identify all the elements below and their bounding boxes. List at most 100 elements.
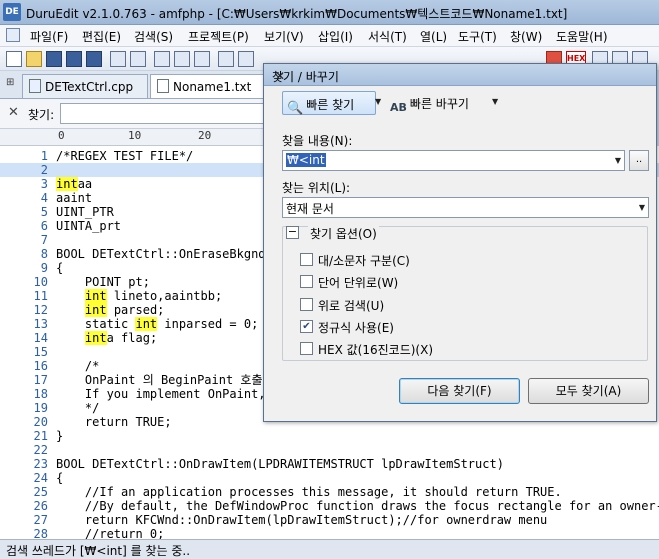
collapse-icon[interactable]: − — [286, 226, 299, 239]
code-line[interactable]: 28 //return 0; — [0, 527, 659, 539]
line-number: 7 — [40, 233, 48, 247]
close-icon[interactable]: ✕ — [8, 105, 19, 120]
code-rest: aa — [77, 177, 93, 191]
line-number: 9 — [40, 261, 48, 275]
search-up-checkbox[interactable] — [300, 298, 313, 311]
menu-window[interactable]: 창(W) — [510, 28, 542, 45]
code-line[interactable]: 26 //By default, the DefWindowProc funct… — [0, 499, 659, 513]
find-bar-input[interactable] — [60, 103, 270, 124]
cpp-file-icon — [29, 79, 41, 93]
line-number: 26 — [33, 499, 48, 513]
paste-icon[interactable] — [194, 51, 210, 67]
code-line[interactable]: 24 { — [0, 471, 659, 485]
code-line[interactable]: 23 BOOL DETextCtrl::OnDrawItem(LPDRAWITEM… — [0, 457, 659, 471]
use-regex-checkbox[interactable]: ✔ — [300, 320, 313, 333]
menu-search[interactable]: 검색(S) — [134, 28, 173, 45]
code-rest: If you implement OnPaint,r — [56, 387, 273, 401]
match-case-checkbox[interactable] — [300, 253, 313, 266]
open-folder-icon[interactable] — [26, 51, 42, 67]
hex-value-checkbox[interactable] — [300, 342, 313, 355]
chevron-down-icon[interactable]: ▼ — [639, 203, 645, 212]
print-preview-icon[interactable] — [130, 51, 146, 67]
line-number: 11 — [33, 289, 48, 303]
code-text: return KFCWnd::OnDrawItem(lpDrawItemStru… — [56, 513, 547, 527]
print-icon[interactable] — [110, 51, 126, 67]
menu-format[interactable]: 서식(T) — [368, 28, 407, 45]
tab-noname1-txt[interactable]: Noname1.txt — [150, 74, 266, 98]
find-next-button[interactable]: 다음 찾기(F) — [399, 378, 520, 404]
code-rest: { — [56, 261, 64, 275]
line-number: 1 — [40, 149, 48, 163]
find-what-value: ₩<int — [286, 153, 326, 167]
save-icon[interactable] — [46, 51, 62, 67]
chevron-down-icon[interactable]: ▼ — [492, 97, 498, 106]
chevron-down-icon[interactable]: ▼ — [615, 156, 621, 165]
code-prefix — [56, 331, 85, 345]
line-number: 6 — [40, 219, 48, 233]
code-rest: */ — [56, 401, 100, 415]
copy-icon[interactable] — [174, 51, 190, 67]
line-number: 8 — [40, 247, 48, 261]
code-text: UINTA_prt — [56, 219, 121, 233]
quick-replace-button[interactable]: AB 빠른 바꾸기 — [386, 91, 492, 115]
code-text: aaint — [56, 191, 92, 205]
dialog-title-bar[interactable]: 찾기 / 바꾸기 ✕ — [264, 64, 656, 86]
code-text: UINT_PTR — [56, 205, 114, 219]
code-text: //If an application processes this messa… — [56, 485, 562, 499]
status-text: 검색 쓰레드가 [₩<int] 를 찾는 중.. — [6, 544, 191, 558]
code-line[interactable]: 21} — [0, 429, 659, 443]
whole-word-checkbox[interactable] — [300, 275, 313, 288]
save-all-icon[interactable] — [66, 51, 82, 67]
line-number: 23 — [33, 457, 48, 471]
app-logo-icon: DE — [3, 3, 21, 21]
save-as-icon[interactable] — [86, 51, 102, 67]
new-file-icon[interactable] — [6, 51, 22, 67]
code-prefix — [56, 289, 85, 303]
regex-builder-button[interactable]: .. — [629, 150, 649, 171]
code-text: BOOL DETextCtrl::OnEraseBkgnd( — [56, 247, 273, 261]
code-rest: /* — [56, 359, 100, 373]
code-rest: //By default, the DefWindowProc function… — [56, 499, 659, 513]
look-in-combo[interactable]: 현재 문서 ▼ — [282, 197, 649, 218]
pin-icon[interactable]: ⊞ — [6, 78, 16, 88]
code-line[interactable]: 27 return KFCWnd::OnDrawItem(lpDrawItemS… — [0, 513, 659, 527]
quick-find-button[interactable]: 🔍 빠른 찾기 — [282, 91, 376, 116]
menu-help[interactable]: 도움말(H) — [556, 28, 608, 45]
tab-bar: ⊞ DETextCtrl.cpp Noname1.txt — [0, 71, 270, 99]
find-options-title: 찾기 옵션(O) — [308, 225, 379, 242]
code-rest: UINT_PTR — [56, 205, 114, 219]
code-text: */ — [56, 401, 99, 415]
chevron-down-icon[interactable]: ▼ — [375, 97, 381, 106]
code-rest: //return 0; — [56, 527, 165, 539]
code-rest: BOOL DETextCtrl::OnEraseBkgnd( — [56, 247, 273, 261]
code-rest: OnPaint 의 BeginPaint 호출 — [56, 373, 263, 387]
look-in-label: 찾는 위치(L): — [282, 181, 351, 195]
menu-tools[interactable]: 도구(T) — [458, 28, 497, 45]
menu-view[interactable]: 보기(V) — [264, 28, 304, 45]
search-match-highlight: int — [84, 331, 107, 345]
tab-detextctrl-cpp[interactable]: DETextCtrl.cpp — [22, 74, 148, 98]
text-file-icon — [157, 79, 169, 93]
menu-edit[interactable]: 편집(E) — [82, 28, 121, 45]
code-line[interactable]: 25 //If an application processes this me… — [0, 485, 659, 499]
code-rest: lineto,aaintbb; — [106, 289, 223, 303]
cut-icon[interactable] — [154, 51, 170, 67]
code-rest: a flag; — [106, 331, 158, 345]
menu-column[interactable]: 열(L) — [420, 28, 447, 45]
menu-insert[interactable]: 삽입(I) — [318, 28, 353, 45]
find-all-button[interactable]: 모두 찾기(A) — [528, 378, 649, 404]
line-number: 21 — [33, 429, 48, 443]
find-what-combo[interactable]: ₩<int ▼ — [282, 150, 625, 171]
code-rest: //If an application processes this messa… — [56, 485, 562, 499]
dialog-mode-toolbar: 🔍 빠른 찾기 ▼ AB 빠른 바꾸기 ▼ — [264, 86, 656, 118]
close-icon[interactable]: ✕ — [272, 68, 288, 84]
undo-icon[interactable] — [218, 51, 234, 67]
find-replace-dialog: 찾기 / 바꾸기 ✕ 🔍 빠른 찾기 ▼ AB 빠른 바꾸기 ▼ 찾을 내용(N):… — [263, 63, 657, 422]
redo-icon[interactable] — [238, 51, 254, 67]
code-text: inta flag; — [56, 331, 157, 345]
tab-label: Noname1.txt — [173, 80, 252, 94]
menu-project[interactable]: 프로젝트(P) — [188, 28, 249, 45]
code-line[interactable]: 22 — [0, 443, 659, 457]
code-text: //By default, the DefWindowProc function… — [56, 499, 659, 513]
menu-file[interactable]: 파일(F) — [30, 28, 68, 45]
